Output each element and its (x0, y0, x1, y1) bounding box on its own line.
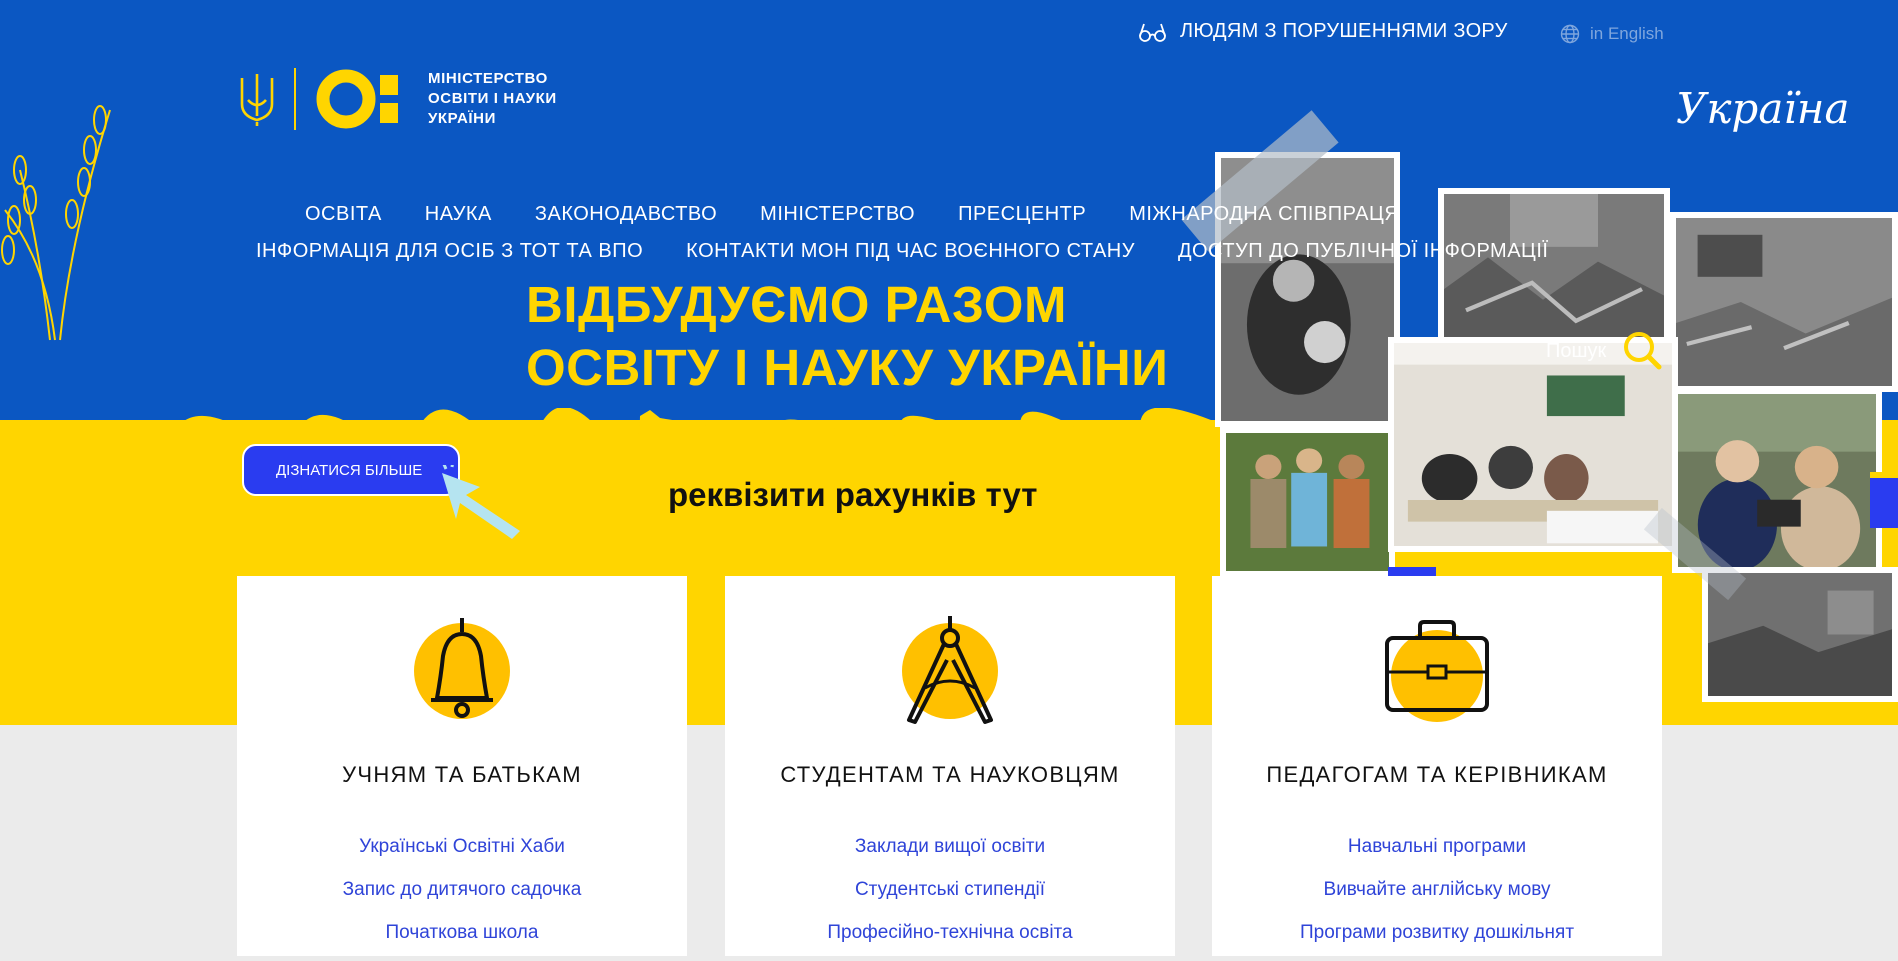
logo-line: МІНІСТЕРСТВО (428, 70, 548, 87)
card-link[interactable]: Навчальні програми (1212, 832, 1662, 875)
nav-item-nauka[interactable]: НАУКА (425, 203, 492, 226)
headline-line2: ОСВІТУ І НАУКУ УКРАЇНИ (526, 339, 1169, 396)
card-link[interactable]: Початкова школа (237, 918, 687, 961)
nav-item-ministerstvo[interactable]: МІНІСТЕРСТВО (760, 203, 915, 226)
mon-logo-icon (316, 69, 398, 129)
card-title: УЧНЯМ ТА БАТЬКАМ (342, 762, 582, 787)
ukraine-script: Україна (1676, 84, 1850, 133)
learn-more-button[interactable]: ДІЗНАТИСЯ БІЛЬШЕ (242, 444, 460, 496)
learn-more-label: ДІЗНАТИСЯ БІЛЬШЕ (276, 461, 423, 479)
search-label[interactable]: Пошук (1546, 340, 1606, 363)
main-nav-row2: ІНФОРМАЦІЯ ДЛЯ ОСІБ З ТОТ ТА ВПО КОНТАКТ… (256, 240, 1548, 263)
hero-headline: ВІДБУДУЄМО РАЗОМ ОСВІТУ І НАУКУ УКРАЇНИ (526, 273, 1168, 399)
nav-item-prescentr[interactable]: ПРЕСЦЕНТР (958, 203, 1086, 226)
card-link[interactable]: Запис до дитячого садочка (237, 875, 687, 918)
nav-item-zakonodavstvo[interactable]: ЗАКОНОДАВСТВО (535, 203, 717, 226)
language-label: in English (1590, 24, 1664, 43)
nav-item-kontakty[interactable]: КОНТАКТИ МОН ПІД ЧАС ВОЄННОГО СТАНУ (686, 240, 1135, 263)
card-link[interactable]: Студентські стипендії (725, 875, 1175, 918)
nav-item-osvita[interactable]: ОСВІТА (305, 203, 382, 226)
wheat-decoration (1, 105, 111, 341)
card-title: ПЕДАГОГАМ ТА КЕРІВНИКАМ (1266, 762, 1608, 787)
photo-destroyed-school (1438, 188, 1670, 348)
card-links: Навчальні програми Вивчайте англійську м… (1212, 832, 1662, 961)
logo-line: ОСВІТИ І НАУКИ (428, 90, 557, 107)
main-nav-row1: ОСВІТА НАУКА ЗАКОНОДАВСТВО МІНІСТЕРСТВО … (305, 203, 1399, 226)
photo-children-backpacks (1220, 427, 1395, 577)
photo-ruined-classroom (1670, 212, 1898, 392)
accessibility-link[interactable]: ЛЮДЯМ З ПОРУШЕННЯМИ ЗОРУ (1138, 20, 1508, 43)
card-links: Заклади вищої освіти Студентські стипенд… (725, 832, 1175, 961)
nav-item-dostup[interactable]: ДОСТУП ДО ПУБЛІЧНОЇ ІНФОРМАЦІЇ (1178, 240, 1549, 263)
headline-line1: ВІДБУДУЄМО РАЗОМ (526, 276, 1067, 333)
nav-item-mizhnarodna[interactable]: МІЖНАРОДНА СПІВПРАЦЯ (1129, 203, 1399, 226)
trident-icon (240, 74, 274, 126)
card-link[interactable]: Заклади вищої освіти (725, 832, 1175, 875)
ministry-logo[interactable]: МІНІСТЕРСТВО ОСВІТИ І НАУКИ УКРАЇНИ (238, 68, 557, 130)
glasses-icon (1139, 23, 1166, 42)
language-switch[interactable]: in English (1560, 24, 1664, 44)
card-link[interactable]: Вивчайте англійську мову (1212, 875, 1662, 918)
briefcase-icon (1385, 620, 1489, 722)
accessibility-label: ЛЮДЯМ З ПОРУШЕННЯМИ ЗОРУ (1180, 20, 1508, 42)
card-links: Українські Освітні Хаби Запис до дитячог… (237, 832, 687, 961)
search-icon[interactable] (1622, 330, 1662, 370)
globe-icon (1560, 24, 1580, 44)
logo-divider (294, 68, 296, 130)
card-link[interactable]: Професійно-технічна освіта (725, 918, 1175, 961)
collage-flag-strip (1870, 472, 1898, 528)
compass-icon (902, 616, 998, 724)
card-link[interactable]: Українські Освітні Хаби (237, 832, 687, 875)
bell-icon (414, 618, 510, 719)
nav-item-tot-vpo[interactable]: ІНФОРМАЦІЯ ДЛЯ ОСІБ З ТОТ ТА ВПО (256, 240, 643, 263)
requisites-link[interactable]: реквізити рахунків тут (668, 476, 1037, 514)
cursor-icon (442, 465, 520, 539)
card-title: СТУДЕНТАМ ТА НАУКОВЦЯМ (780, 762, 1120, 787)
card-link[interactable]: Програми розвитку дошкільнят (1212, 918, 1662, 961)
yellow-wave-edge (0, 408, 1230, 438)
logo-text: МІНІСТЕРСТВО ОСВІТИ І НАУКИ УКРАЇНИ (428, 69, 557, 129)
logo-line: УКРАЇНИ (428, 110, 496, 127)
